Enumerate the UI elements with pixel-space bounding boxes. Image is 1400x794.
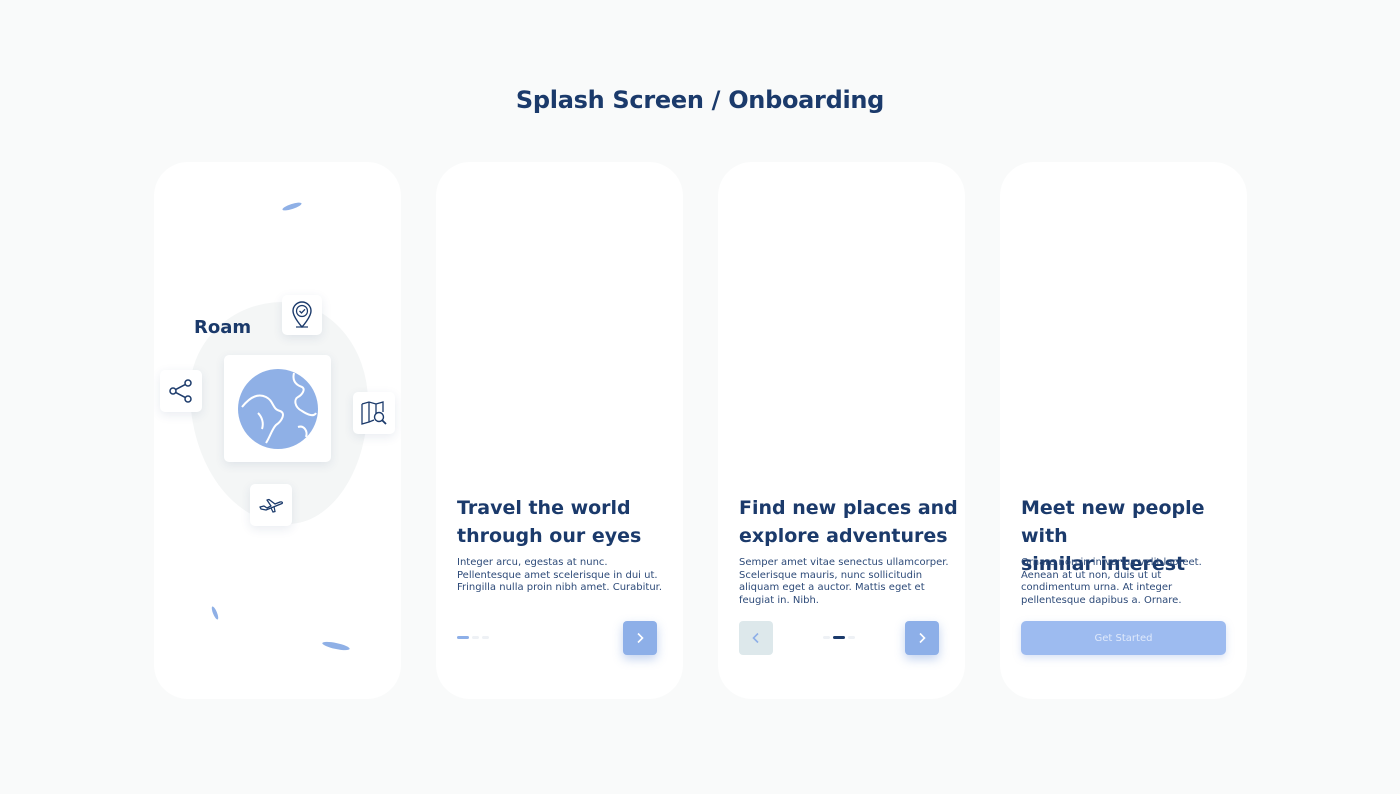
page-dot [848,636,855,639]
leaf-decoration [210,605,220,621]
onboarding-screen-3: Meet new people with similar interest Or… [1000,162,1247,699]
leaf-decoration [281,201,303,212]
page-dot-active [833,636,845,639]
page-indicator [823,636,855,640]
globe-icon [237,368,318,449]
share-icon [169,379,192,403]
location-card [282,295,322,335]
onboarding-screen-1: Travel the world through our eyes Intege… [436,162,683,699]
title-line: through our eyes [457,525,642,547]
page-dot [482,636,489,639]
title-line: explore adventures [739,525,948,547]
splash-screen: Roam [154,162,401,699]
back-button[interactable] [739,621,773,655]
airplane-icon [259,498,284,513]
onboarding-description: Integer arcu, egestas at nunc. Pellentes… [457,557,663,593]
map-card [353,392,395,434]
onboarding-title: Travel the world through our eyes [457,494,677,550]
next-button[interactable] [905,621,939,655]
page-dot [823,636,830,639]
title-line: Travel the world [457,497,631,519]
onboarding-description: Ornare non in in varius velit laoreet. A… [1021,557,1202,606]
get-started-button[interactable]: Get Started [1021,621,1226,655]
chevron-right-icon [919,632,926,644]
airplane-card [250,484,292,526]
title-line: Meet new people with [1021,497,1205,547]
next-button[interactable] [623,621,657,655]
map-search-icon [361,401,387,425]
page-dot [472,636,479,639]
page-title: Splash Screen / Onboarding [515,86,885,114]
title-line: Find new places and [739,497,958,519]
brand-name: Roam [194,317,252,338]
leaf-decoration [321,640,351,652]
page-indicator [457,636,489,640]
chevron-left-icon [752,632,759,644]
share-card [160,370,202,412]
chevron-right-icon [637,632,644,644]
onboarding-description: Semper amet vitae senectus ullamcorper. … [739,557,949,606]
onboarding-screen-2: Find new places and explore adventures S… [718,162,965,699]
location-check-icon [292,301,312,329]
globe-card [224,355,331,462]
page-dot-active [457,636,469,639]
onboarding-title: Find new places and explore adventures [739,494,959,550]
